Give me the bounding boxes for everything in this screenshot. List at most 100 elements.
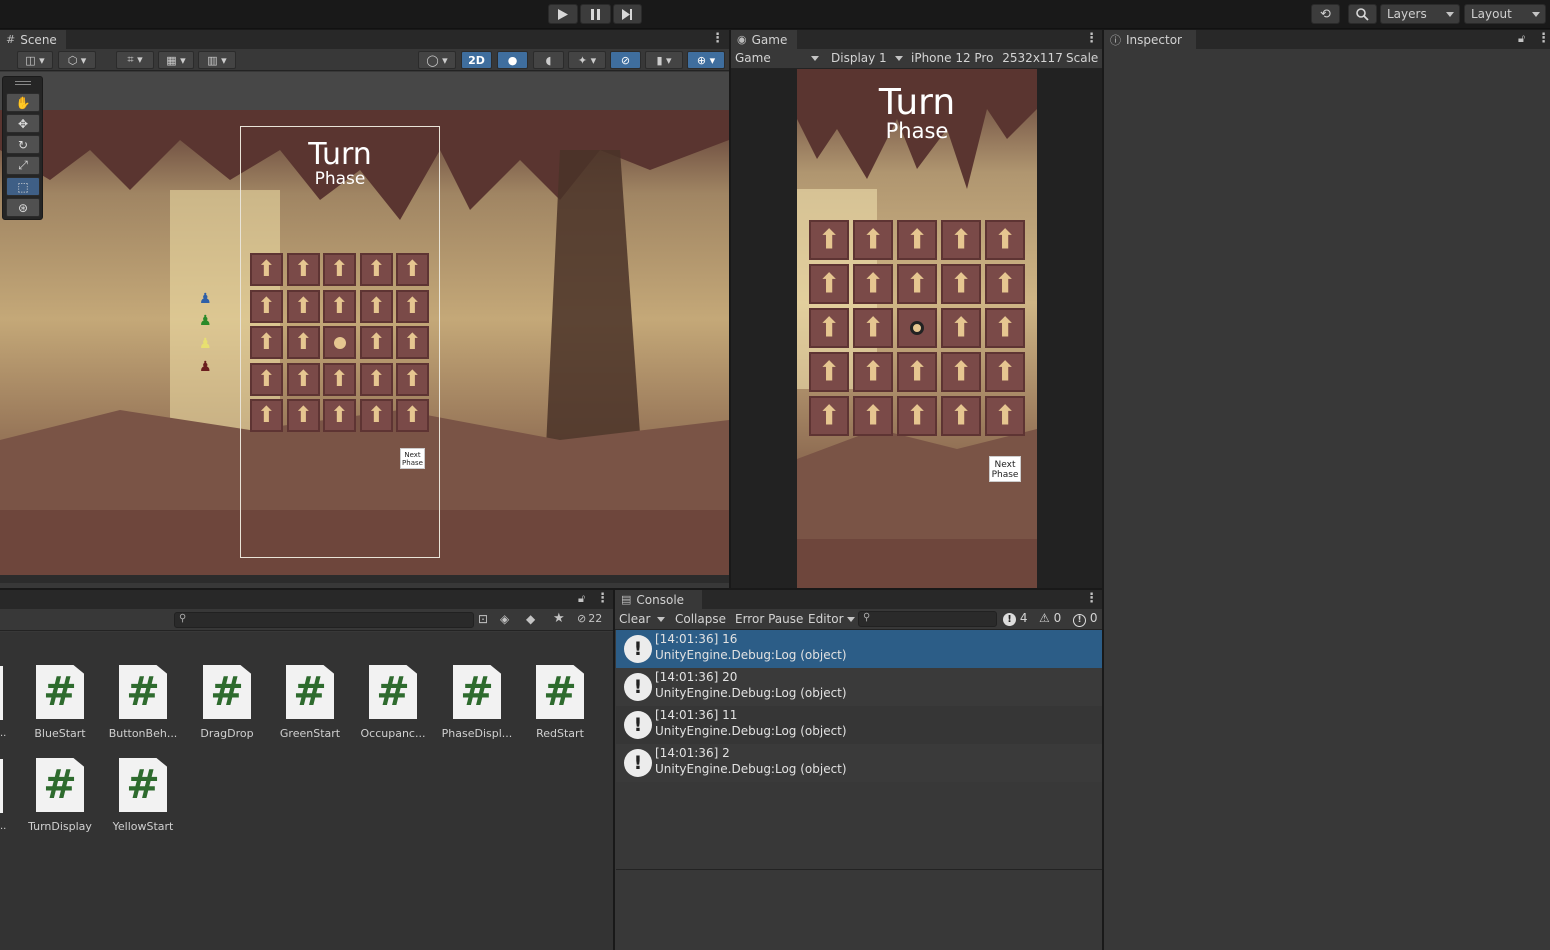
search-button[interactable] bbox=[1348, 4, 1377, 24]
layers-dropdown[interactable]: Layers bbox=[1380, 4, 1460, 24]
hand-tool[interactable]: ✋ bbox=[6, 93, 40, 112]
increment-snap-button[interactable]: ▥ ▾ bbox=[198, 51, 236, 69]
asset-item[interactable]: # YellowStart bbox=[103, 758, 183, 833]
move-tool[interactable]: ✥ bbox=[6, 114, 40, 133]
hidden-packages-toggle[interactable]: ⊘ 22 bbox=[577, 612, 602, 625]
display-dropdown[interactable]: Display 1 bbox=[831, 51, 905, 67]
game-tile[interactable]: ⬆ bbox=[853, 308, 893, 348]
project-menu-icon[interactable]: ⋮ bbox=[596, 591, 609, 606]
asset-item[interactable]: # DragDrop bbox=[187, 665, 267, 740]
visibility-toggle[interactable]: ⊘ bbox=[610, 51, 641, 69]
scene-menu-icon[interactable]: ⋮ bbox=[711, 31, 724, 46]
tab-scene[interactable]: # Scene bbox=[0, 30, 66, 49]
console-menu-icon[interactable]: ⋮ bbox=[1085, 591, 1098, 606]
layout-dropdown[interactable]: Layout bbox=[1464, 4, 1546, 24]
rect-tool[interactable]: ⬚ bbox=[6, 177, 40, 196]
game-tile[interactable]: ⬆ bbox=[985, 352, 1025, 392]
collapse-toggle[interactable]: Collapse bbox=[675, 612, 726, 626]
splitter[interactable] bbox=[0, 588, 1102, 590]
console-entry[interactable]: ! [14:01:36] 2 UnityEngine.Debug:Log (ob… bbox=[616, 744, 1102, 782]
console-entry[interactable]: ! [14:01:36] 20 UnityEngine.Debug:Log (o… bbox=[616, 668, 1102, 706]
game-tile-center[interactable] bbox=[897, 308, 937, 348]
error-pause-toggle[interactable]: Error Pause bbox=[735, 612, 803, 626]
game-tile[interactable]: ⬆ bbox=[941, 220, 981, 260]
orientation-button[interactable]: ⬡ ▾ bbox=[58, 51, 96, 69]
console-search-input[interactable]: ⚲ bbox=[858, 611, 997, 627]
transform-tool[interactable]: ⊛ bbox=[6, 198, 40, 217]
game-tile[interactable]: ⬆ bbox=[853, 396, 893, 436]
game-tile[interactable]: ⬆ bbox=[809, 308, 849, 348]
lighting-toggle[interactable]: ● bbox=[497, 51, 528, 69]
tab-inspector[interactable]: ⓘ Inspector bbox=[1104, 30, 1196, 49]
log-filter-toggle[interactable]: ! 4 bbox=[1003, 611, 1027, 626]
asset-item[interactable]: # PhaseDispl... bbox=[437, 665, 517, 740]
game-tile[interactable]: ⬆ bbox=[941, 396, 981, 436]
lock-icon[interactable]: 🔓︎ bbox=[1518, 32, 1525, 46]
search-filter-icon[interactable]: ⊡ bbox=[478, 612, 488, 626]
console-entry-selected[interactable]: ! [14:01:36] 16 UnityEngine.Debug:Log (o… bbox=[616, 630, 1102, 668]
partial-asset[interactable] bbox=[0, 666, 3, 720]
project-search-input[interactable]: ⚲ bbox=[174, 612, 474, 628]
scale-tool[interactable]: ⤢ bbox=[6, 156, 40, 175]
clear-button[interactable]: Clear bbox=[619, 612, 650, 626]
game-tile[interactable]: ⬆ bbox=[809, 352, 849, 392]
game-viewport[interactable]: Turn Phase ⬆ ⬆ ⬆ ⬆ ⬆ ⬆ ⬆ ⬆ ⬆ ⬆ ⬆ ⬆ ⬆ ⬆ ⬆… bbox=[732, 69, 1102, 589]
drag-handle[interactable] bbox=[15, 81, 31, 85]
game-view-dropdown[interactable]: Game bbox=[735, 51, 821, 67]
audio-toggle[interactable]: ◖ bbox=[533, 51, 564, 69]
asset-item[interactable]: # GreenStart bbox=[270, 665, 350, 740]
scale-slider[interactable]: Scale bbox=[1066, 51, 1102, 67]
draw-mode-button[interactable]: ◫ ▾ bbox=[17, 51, 53, 69]
device-dropdown[interactable]: iPhone 12 Pro 2532x1170 bbox=[911, 51, 1063, 67]
grid-snap-button[interactable]: ▦ ▾ bbox=[158, 51, 194, 69]
console-entry[interactable]: ! [14:01:36] 11 UnityEngine.Debug:Log (o… bbox=[616, 706, 1102, 744]
render-sphere-button[interactable]: ◯ ▾ bbox=[418, 51, 456, 69]
game-tile[interactable]: ⬆ bbox=[853, 220, 893, 260]
warning-filter-toggle[interactable]: ⚠ 0 bbox=[1039, 611, 1061, 625]
game-tile[interactable]: ⬆ bbox=[897, 264, 937, 304]
camera-button[interactable]: ▮ ▾ bbox=[645, 51, 683, 69]
game-tile[interactable]: ⬆ bbox=[809, 220, 849, 260]
game-tile[interactable]: ⬆ bbox=[941, 308, 981, 348]
asset-item[interactable]: # Occupanc... bbox=[353, 665, 433, 740]
asset-item[interactable]: # RedStart bbox=[520, 665, 600, 740]
asset-item[interactable]: # BlueStart bbox=[20, 665, 100, 740]
pause-button[interactable] bbox=[580, 4, 611, 24]
rotate-tool[interactable]: ↻ bbox=[6, 135, 40, 154]
play-button[interactable] bbox=[548, 4, 578, 24]
asset-item[interactable]: # ButtonBeh... bbox=[103, 665, 183, 740]
asset-item[interactable]: # TurnDisplay bbox=[20, 758, 100, 833]
game-tile[interactable]: ⬆ bbox=[985, 264, 1025, 304]
game-tile[interactable]: ⬆ bbox=[985, 308, 1025, 348]
editor-dropdown[interactable]: Editor bbox=[808, 612, 855, 626]
game-tile[interactable]: ⬆ bbox=[941, 352, 981, 392]
game-tile[interactable]: ⬆ bbox=[809, 264, 849, 304]
game-menu-icon[interactable]: ⋮ bbox=[1085, 31, 1098, 46]
splitter[interactable] bbox=[613, 590, 615, 950]
history-button[interactable]: ⟲ bbox=[1311, 4, 1340, 24]
splitter[interactable] bbox=[729, 30, 731, 590]
game-tile[interactable]: ⬆ bbox=[809, 396, 849, 436]
splitter[interactable] bbox=[1102, 30, 1104, 950]
error-filter-toggle[interactable]: ! 0 bbox=[1073, 611, 1097, 627]
step-button[interactable] bbox=[613, 4, 642, 24]
game-tile[interactable]: ⬆ bbox=[941, 264, 981, 304]
game-tile[interactable]: ⬆ bbox=[985, 396, 1025, 436]
gizmo-tools-button[interactable]: ⌗ ▾ bbox=[116, 51, 154, 69]
game-tile[interactable]: ⬆ bbox=[853, 352, 893, 392]
label-filter-icon[interactable]: ◆ bbox=[526, 612, 535, 626]
mode-2d-toggle[interactable]: 2D bbox=[461, 51, 492, 69]
game-tile[interactable]: ⬆ bbox=[985, 220, 1025, 260]
chevron-down-icon[interactable] bbox=[657, 617, 665, 622]
effects-button[interactable]: ✦ ▾ bbox=[568, 51, 606, 69]
type-filter-icon[interactable]: ◈ bbox=[500, 612, 509, 626]
game-tile[interactable]: ⬆ bbox=[853, 264, 893, 304]
game-next-phase-button[interactable]: Next Phase bbox=[989, 456, 1021, 482]
game-tile[interactable]: ⬆ bbox=[897, 220, 937, 260]
inspector-menu-icon[interactable]: ⋮ bbox=[1537, 31, 1550, 46]
star-icon[interactable]: ★ bbox=[553, 611, 565, 626]
scene-viewport[interactable]: Turn Phase ⬆ ⬆ ⬆ ⬆ ⬆ ⬆ ⬆ ⬆ ⬆ ⬆ ⬆ ⬆ ⬆ ⬆ ⬆… bbox=[0, 72, 729, 575]
tab-console[interactable]: ▤ Console bbox=[615, 590, 702, 609]
gizmos-button[interactable]: ⊕ ▾ bbox=[687, 51, 725, 69]
partial-asset[interactable] bbox=[0, 759, 3, 813]
